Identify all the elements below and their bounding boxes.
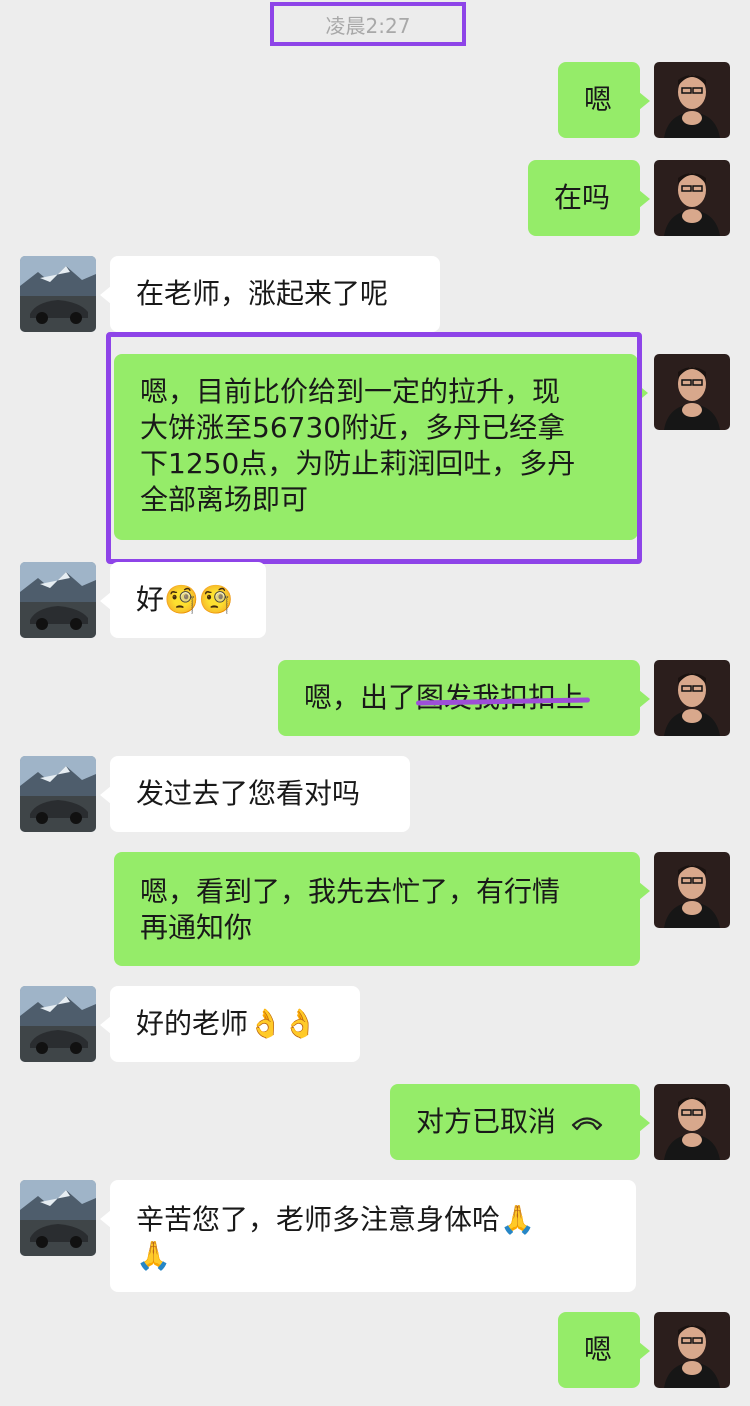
- highlight-box: [106, 332, 642, 564]
- message-text: 嗯，出了: [304, 681, 417, 714]
- message-bubble[interactable]: 嗯: [558, 1312, 650, 1388]
- message-line: 嗯，看到了，我先去忙了，有行情: [140, 875, 561, 908]
- message-bubble[interactable]: 发过去了您看对吗: [100, 756, 410, 832]
- contact-avatar[interactable]: [20, 562, 96, 638]
- car-landscape-avatar-icon: [20, 1180, 96, 1256]
- my-avatar[interactable]: [654, 160, 730, 236]
- person-avatar-icon: [654, 354, 730, 430]
- message-text: 发过去了您看对吗: [136, 777, 361, 810]
- message-bubble[interactable]: 好的老师 👌👌: [100, 986, 360, 1062]
- person-avatar-icon: [654, 660, 730, 736]
- person-avatar-icon: [654, 852, 730, 928]
- monocle-face-emoji: 🧐🧐: [164, 583, 234, 616]
- message-text: 嗯，看到了，我先去忙了，有行情 再通知你: [140, 874, 560, 946]
- message-bubble[interactable]: 辛苦您了，老师多注意身体哈🙏 🙏: [100, 1180, 636, 1292]
- message-line: 🙏: [136, 1238, 535, 1274]
- person-avatar-icon: [654, 1312, 730, 1388]
- call-status-text: 对方已取消: [416, 1105, 557, 1138]
- message-bubble[interactable]: 好 🧐🧐: [100, 562, 266, 638]
- my-avatar[interactable]: [654, 1084, 730, 1160]
- message-line-text: 辛苦您了，老师多注意身体哈: [136, 1203, 501, 1236]
- car-landscape-avatar-icon: [20, 986, 96, 1062]
- message-bubble[interactable]: 在吗: [528, 160, 650, 236]
- message-text: 辛苦您了，老师多注意身体哈🙏 🙏: [136, 1202, 535, 1274]
- message-text: 在老师，涨起来了呢: [136, 277, 389, 310]
- ok-hand-emoji: 👌👌: [248, 1007, 318, 1040]
- my-avatar[interactable]: [654, 354, 730, 430]
- my-avatar[interactable]: [654, 660, 730, 736]
- call-record-bubble[interactable]: 对方已取消: [390, 1084, 650, 1160]
- message-text: 嗯: [584, 83, 613, 116]
- person-avatar-icon: [654, 160, 730, 236]
- message-text: 好: [136, 583, 165, 616]
- message-line: 再通知你: [140, 911, 253, 944]
- message-text: 在吗: [554, 181, 611, 214]
- my-avatar[interactable]: [654, 852, 730, 928]
- message-bubble[interactable]: 嗯: [558, 62, 650, 138]
- person-avatar-icon: [654, 1084, 730, 1160]
- message-line: 辛苦您了，老师多注意身体哈🙏: [136, 1202, 535, 1238]
- folded-hands-emoji: 🙏: [136, 1239, 171, 1272]
- message-bubble[interactable]: 嗯，出了 图发我扣扣上: [278, 660, 650, 736]
- person-avatar-icon: [654, 62, 730, 138]
- message-text: 嗯: [584, 1333, 613, 1366]
- message-bubble[interactable]: 嗯，看到了，我先去忙了，有行情 再通知你: [114, 852, 650, 966]
- car-landscape-avatar-icon: [20, 562, 96, 638]
- phone-hangup-icon: [571, 1117, 603, 1131]
- contact-avatar[interactable]: [20, 256, 96, 332]
- message-text: 好的老师: [136, 1007, 249, 1040]
- contact-avatar[interactable]: [20, 1180, 96, 1256]
- contact-avatar[interactable]: [20, 986, 96, 1062]
- car-landscape-avatar-icon: [20, 756, 96, 832]
- my-avatar[interactable]: [654, 62, 730, 138]
- car-landscape-avatar-icon: [20, 256, 96, 332]
- struck-text: 图发我扣扣上: [415, 680, 591, 716]
- my-avatar[interactable]: [654, 1312, 730, 1388]
- timestamp: 凌晨2:27: [270, 2, 466, 46]
- folded-hands-emoji: 🙏: [500, 1203, 535, 1236]
- message-bubble[interactable]: 在老师，涨起来了呢: [100, 256, 440, 332]
- contact-avatar[interactable]: [20, 756, 96, 832]
